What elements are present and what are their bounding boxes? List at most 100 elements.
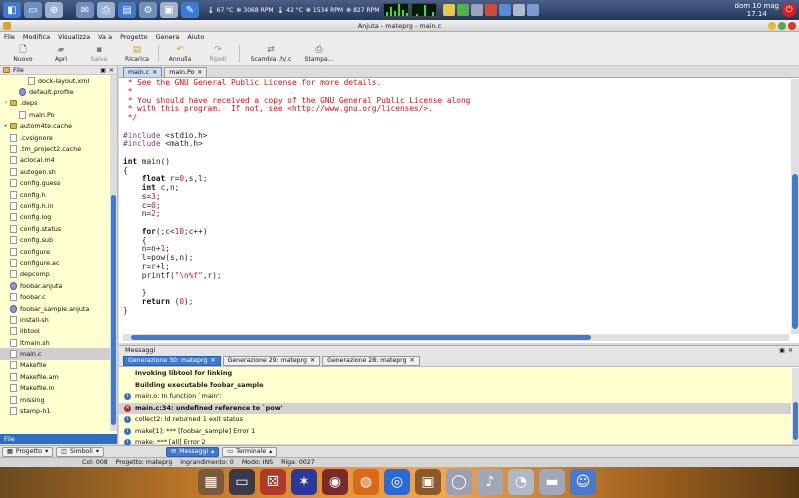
- tab-build-28[interactable]: Generazione 28: mateprg ✕: [322, 355, 420, 366]
- monitor-icon[interactable]: ▭: [229, 469, 255, 495]
- message-line[interactable]: Invoking libtool for linking: [119, 368, 791, 380]
- firefox-icon[interactable]: ◍: [353, 469, 379, 495]
- users-icon[interactable]: ☺: [570, 469, 596, 495]
- menu-goto[interactable]: Va a: [98, 32, 112, 42]
- tree-item[interactable]: configure: [0, 246, 110, 257]
- swap-header-source-button[interactable]: ⇄ Scambia .h/.c: [242, 42, 300, 65]
- tree-item[interactable]: foobar.c: [0, 291, 110, 302]
- web-launcher-icon[interactable]: ⊕: [45, 2, 63, 18]
- settings-launcher-icon[interactable]: ⚙: [139, 2, 157, 18]
- tree-item[interactable]: main.c: [0, 348, 110, 360]
- tree-item[interactable]: ▿ .deps: [0, 98, 110, 109]
- panel-close-icon[interactable]: ✕: [788, 346, 793, 355]
- files-launcher-icon[interactable]: ▤: [118, 2, 136, 18]
- tree-item[interactable]: ltmain.sh: [0, 337, 110, 348]
- star-icon[interactable]: ✶: [291, 469, 317, 495]
- tree-item[interactable]: autogen.sh: [0, 166, 110, 177]
- tree-item[interactable]: configure.ac: [0, 257, 110, 268]
- grid-icon[interactable]: ▦: [198, 469, 224, 495]
- tree-item[interactable]: config.status: [0, 223, 110, 234]
- message-line[interactable]: ✕ main.c:34: undefined reference to `pow': [119, 402, 791, 414]
- cpu-graph[interactable]: [383, 3, 410, 17]
- code-area[interactable]: * See the GNU General Public License for…: [123, 79, 789, 334]
- tree-item[interactable]: stamp-h1: [0, 405, 110, 416]
- message-line[interactable]: Building executable foobar_sample: [119, 380, 791, 392]
- tab-close-icon[interactable]: ✕: [410, 356, 415, 365]
- dice-icon[interactable]: ⚄: [260, 469, 286, 495]
- tree-item[interactable]: config.h.in: [0, 200, 110, 211]
- new-button[interactable]: 🗋 Nuovo: [4, 42, 42, 65]
- network-tray-icon[interactable]: [513, 4, 526, 16]
- tab-main-c[interactable]: main.c ✕: [123, 67, 163, 78]
- scrollbar-thumb[interactable]: [793, 402, 798, 440]
- tab-close-icon[interactable]: ✕: [310, 356, 315, 365]
- tree-item[interactable]: Makefile.in: [0, 383, 110, 394]
- photo-icon[interactable]: ▣: [415, 469, 441, 495]
- scrollbar-thumb[interactable]: [111, 195, 116, 425]
- menu-edit[interactable]: Modifica: [23, 32, 50, 42]
- power-icon[interactable]: ⏻: [782, 3, 796, 17]
- tree-item[interactable]: main.Po: [0, 109, 110, 120]
- editor-horizontal-scrollbar[interactable]: [123, 334, 789, 341]
- main-menu-icon[interactable]: ◧: [3, 2, 21, 18]
- close-icon[interactable]: [788, 22, 796, 30]
- menu-view[interactable]: Visualizza: [58, 32, 90, 42]
- menu-help[interactable]: Aiuto: [187, 32, 204, 42]
- sound-icon[interactable]: ♪: [477, 469, 503, 495]
- chat-tray-icon[interactable]: [499, 4, 512, 16]
- tab-main-po[interactable]: main.Po ✕: [164, 67, 208, 78]
- undo-button[interactable]: ↶ Annulla: [161, 42, 199, 65]
- tree-item[interactable]: config.guess: [0, 178, 110, 189]
- tab-close-icon[interactable]: ✕: [152, 68, 157, 78]
- messages-scrollbar[interactable]: [792, 368, 799, 444]
- network-graph[interactable]: [411, 3, 438, 17]
- mail-launcher-icon[interactable]: ✉: [76, 2, 94, 18]
- scrollbar-thumb[interactable]: [131, 335, 591, 340]
- tab-terminal[interactable]: ▭ Terminale ▴: [222, 446, 278, 457]
- menu-file[interactable]: File: [4, 32, 15, 42]
- menu-build[interactable]: Genera: [156, 32, 180, 42]
- anjuta-app-icon[interactable]: [3, 22, 11, 30]
- window-titlebar[interactable]: Anjuta - mateprg - main.c: [0, 20, 799, 32]
- clock-icon[interactable]: ◔: [508, 469, 534, 495]
- battery-tray-icon[interactable]: [457, 4, 470, 16]
- editor-vertical-scrollbar[interactable]: [791, 79, 799, 334]
- maximize-icon[interactable]: [778, 22, 786, 30]
- save-button[interactable]: ▪ Salva: [80, 42, 118, 65]
- panel-menu-icon[interactable]: ▣: [100, 66, 106, 75]
- tree-item[interactable]: .cvsignore: [0, 132, 110, 143]
- redo-button[interactable]: ↷ Ripeti: [199, 42, 237, 65]
- tree-item[interactable]: Makefile: [0, 360, 110, 371]
- reload-button[interactable]: ▤ Ricarica: [118, 42, 156, 65]
- scrollbar-thumb[interactable]: [792, 174, 798, 329]
- tab-messages[interactable]: ✉ Messaggi ▴: [165, 446, 220, 457]
- browser-icon[interactable]: ◎: [384, 469, 410, 495]
- tree-item[interactable]: .tm_project2.cache: [0, 143, 110, 154]
- drive-icon[interactable]: ▬: [539, 469, 565, 495]
- tab-build-29[interactable]: Generazione 29: mateprg ✕: [222, 355, 321, 366]
- tree-item[interactable]: libtool: [0, 326, 110, 337]
- tab-project[interactable]: ▦ Progetto ▾: [2, 446, 54, 457]
- tree-item[interactable]: config.log: [0, 212, 110, 223]
- folder-tray-icon[interactable]: [443, 4, 456, 16]
- tab-symbols[interactable]: ◫ Simboli ▾: [56, 446, 104, 457]
- printer-launcher-icon[interactable]: ⎙: [97, 2, 115, 18]
- package-launcher-icon[interactable]: ▣: [160, 2, 178, 18]
- menu-project[interactable]: Progetto: [120, 32, 148, 42]
- volume-tray-icon[interactable]: [471, 4, 484, 16]
- tree-item[interactable]: depcomp: [0, 269, 110, 280]
- expander-icon[interactable]: ▿: [2, 100, 10, 106]
- terminal-launcher-icon[interactable]: ▭: [24, 2, 42, 18]
- tab-build-30[interactable]: Generazione 30: mateprg ✕: [123, 355, 221, 366]
- tree-item[interactable]: missing: [0, 394, 110, 405]
- tab-close-icon[interactable]: ✕: [197, 68, 202, 78]
- tree-item[interactable]: foobar_sample.anjuta: [0, 303, 110, 314]
- tree-item[interactable]: Makefile.am: [0, 371, 110, 382]
- tree-item[interactable]: aclocal.m4: [0, 155, 110, 166]
- message-line[interactable]: i collect2: ld returned 1 exit status: [119, 414, 791, 426]
- open-button[interactable]: ▰ Apri: [42, 42, 80, 65]
- tree-item[interactable]: ▸ autom4te.cache: [0, 121, 110, 132]
- expander-icon[interactable]: ▸: [2, 123, 10, 129]
- file-panel-tab[interactable]: File: [0, 434, 117, 444]
- panel-menu-icon[interactable]: ▣: [779, 346, 785, 355]
